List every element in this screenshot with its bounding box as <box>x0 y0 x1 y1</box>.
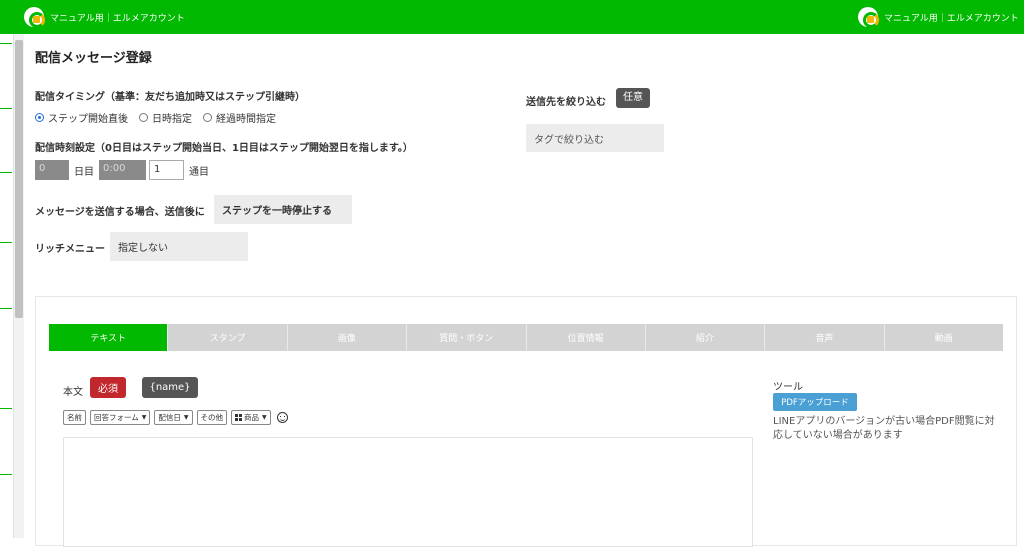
rail-divider <box>0 43 12 44</box>
rail-divider <box>0 308 12 309</box>
emoji-icon[interactable] <box>276 412 288 423</box>
caret-down-icon: ▼ <box>262 414 267 421</box>
message-type-tabs: テキスト スタンプ 画像 質問・ボタン 位置情報 紹介 音声 動画 <box>49 324 1003 351</box>
after-send-select[interactable]: ステップを一時停止する <box>214 195 352 224</box>
account-logo-icon <box>24 7 45 28</box>
tab-stamp[interactable]: スタンプ <box>168 324 288 351</box>
narrow-label: 送信先を絞り込む <box>526 97 606 108</box>
rich-menu-label: リッチメニュー <box>35 244 105 255</box>
pdf-upload-button[interactable]: PDFアップロード <box>773 393 857 411</box>
timing-option-label: 経過時間指定 <box>216 114 276 125</box>
page-title: 配信メッセージ登録 <box>35 51 152 66</box>
timing-option-label: 日時指定 <box>152 114 192 125</box>
tab-location[interactable]: 位置情報 <box>526 324 646 351</box>
answer-form-dropdown[interactable]: 回答フォーム ▼ <box>90 410 151 425</box>
scrollbar-thumb[interactable] <box>15 40 23 318</box>
account-switcher-right[interactable]: マニュアル用｜エルメアカウント <box>858 7 1019 28</box>
delivery-day-dropdown[interactable]: 配信日 ▼ <box>154 410 193 425</box>
count-unit: 通目 <box>189 166 209 178</box>
grid-icon <box>235 414 243 421</box>
tab-text[interactable]: テキスト <box>49 324 169 351</box>
required-badge: 必須 <box>90 377 126 398</box>
rail-divider <box>0 474 12 475</box>
left-nav-rail <box>0 34 14 538</box>
editor-toolbar: 名前 回答フォーム ▼ 配信日 ▼ その他 商品 ▼ <box>63 410 288 425</box>
time-input[interactable]: 0:00 <box>99 160 146 180</box>
insert-name-button[interactable]: {name} <box>142 377 198 398</box>
caret-down-icon: ▼ <box>141 414 147 421</box>
schedule-label: 配信時刻設定（0日目はステップ開始当日、1日目はステップ開始翌日を指します。） <box>35 143 413 154</box>
day-input[interactable]: 0 <box>35 160 69 180</box>
radio-icon[interactable] <box>203 113 212 122</box>
schedule-inputs: 0 日目 0:00 1 通目 <box>35 160 214 180</box>
rich-menu-select[interactable]: 指定しない <box>110 232 248 261</box>
timing-option-label: ステップ開始直後 <box>48 114 128 125</box>
radio-selected-icon[interactable] <box>35 113 44 122</box>
timing-option-elapsed[interactable]: 経過時間指定 <box>203 110 276 125</box>
tool-title: ツール <box>773 382 803 393</box>
page-scrollbar[interactable] <box>14 34 24 538</box>
insert-name-tool[interactable]: 名前 <box>63 410 86 425</box>
message-body-textarea[interactable] <box>63 437 753 547</box>
optional-badge: 任意 <box>616 88 650 108</box>
timing-radio-group: ステップ開始直後 日時指定 経過時間指定 <box>35 110 287 125</box>
tab-video[interactable]: 動画 <box>884 324 1003 351</box>
account-switcher-left[interactable]: マニュアル用｜エルメアカウント <box>24 7 185 28</box>
tool-label: 商品 <box>244 413 260 422</box>
after-send-label: メッセージを送信する場合、送信後に <box>35 207 205 218</box>
tab-audio[interactable]: 音声 <box>765 324 885 351</box>
timing-label: 配信タイミング（基準：友だち追加時又はステップ引継時） <box>35 92 305 103</box>
rail-divider <box>0 242 12 243</box>
timing-option-datetime[interactable]: 日時指定 <box>139 110 192 125</box>
tool-label: 配信日 <box>158 413 181 422</box>
body-label: 本文 <box>63 387 83 398</box>
rail-divider <box>0 108 12 109</box>
tool-label: その他 <box>200 413 224 422</box>
message-count-input[interactable]: 1 <box>149 160 184 180</box>
product-dropdown[interactable]: 商品 ▼ <box>231 410 271 425</box>
tab-image[interactable]: 画像 <box>287 324 408 351</box>
rail-divider <box>0 408 12 409</box>
tag-filter-select[interactable]: タグで絞り込む <box>526 124 664 152</box>
day-unit: 日目 <box>74 166 94 178</box>
tab-introduction[interactable]: 紹介 <box>645 324 766 351</box>
pdf-compat-note: LINEアプリのバージョンが古い場合PDF閲覧に対応していない場合があります <box>773 416 995 441</box>
rail-divider <box>0 172 12 173</box>
timing-option-immediate[interactable]: ステップ開始直後 <box>35 110 128 125</box>
account-name-right: マニュアル用｜エルメアカウント <box>884 13 1019 24</box>
top-header: マニュアル用｜エルメアカウント マニュアル用｜エルメアカウント <box>0 0 1024 34</box>
account-name-left: マニュアル用｜エルメアカウント <box>50 13 185 24</box>
tool-label: 回答フォーム <box>94 413 139 422</box>
tool-label: 名前 <box>67 413 82 422</box>
account-logo-icon <box>858 7 879 28</box>
caret-down-icon: ▼ <box>183 414 189 421</box>
tab-question-button[interactable]: 質問・ボタン <box>407 324 527 351</box>
radio-icon[interactable] <box>139 113 148 122</box>
other-tool[interactable]: その他 <box>196 410 228 425</box>
